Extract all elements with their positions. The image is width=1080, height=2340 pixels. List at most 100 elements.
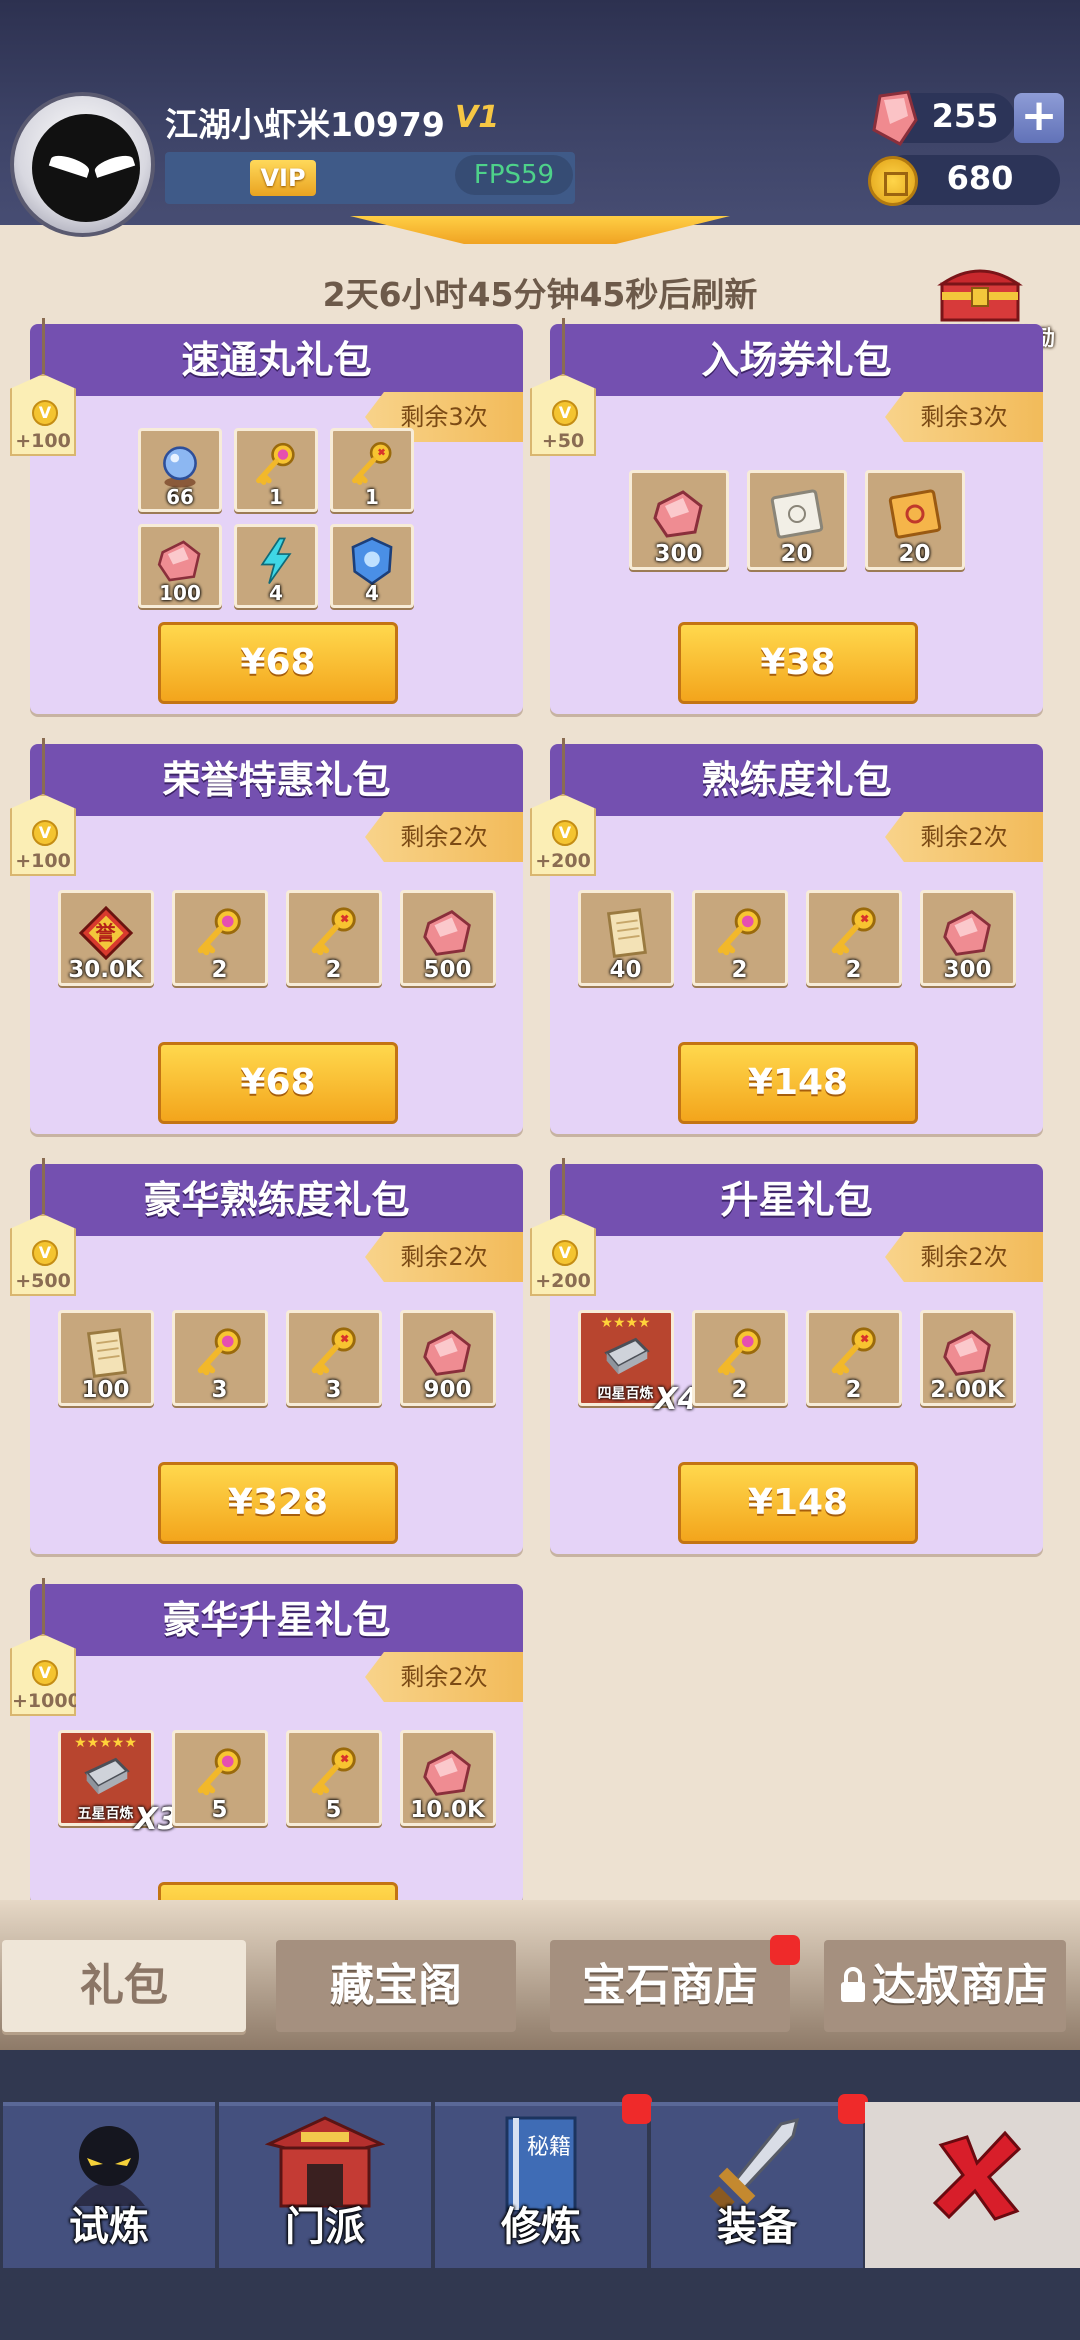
item-count: 1: [365, 485, 379, 509]
reward-item[interactable]: 10.0K: [399, 1730, 496, 1826]
pack-title: 熟练度礼包: [550, 744, 1043, 816]
gift-pack: 入场券礼包 剩余3次 300 20 20 ¥38: [550, 324, 1043, 714]
tab-dashu-shop[interactable]: 达叔商店: [824, 1940, 1066, 2032]
reward-item[interactable]: 20: [746, 470, 847, 570]
item-count: 66: [166, 485, 194, 509]
tab-treasure-pavilion[interactable]: 藏宝阁: [276, 1940, 516, 2032]
buy-button[interactable]: ¥148: [678, 1042, 918, 1124]
nav-trial[interactable]: 试炼: [3, 2102, 215, 2268]
gem-shop-notification-dot: [770, 1935, 800, 1965]
reward-item[interactable]: 900: [399, 1310, 496, 1406]
reward-item[interactable]: 1: [234, 428, 318, 512]
buy-button[interactable]: ¥328: [158, 1462, 398, 1544]
vip-coin-icon: V: [552, 400, 578, 426]
vip-points-value: +50: [541, 430, 585, 452]
five-star-ingot-icon: [83, 1757, 130, 1794]
reward-item[interactable]: 2: [805, 1310, 902, 1406]
reward-item[interactable]: 誉 30.0K: [57, 890, 154, 986]
vip-coin-icon: V: [552, 1240, 578, 1266]
vip-points-value: +100: [15, 430, 71, 452]
nav-cultivation[interactable]: 秘籍 修炼: [435, 2102, 647, 2268]
gift-pack: 熟练度礼包 剩余2次 40 2 2 300 ¥148: [550, 744, 1043, 1134]
gift-pack: 升星礼包 剩余2次 ★★★★ 四星百炼 X4 2 2 2.00K ¥148: [550, 1164, 1043, 1554]
pack-remaining-count: 剩余2次: [885, 1232, 1043, 1282]
vip-badge[interactable]: VIP: [250, 160, 316, 196]
vip-coin-icon: V: [32, 1660, 58, 1686]
buy-button[interactable]: ¥148: [678, 1462, 918, 1544]
close-icon: [932, 2130, 1022, 2221]
reward-item[interactable]: 2: [691, 890, 788, 986]
reward-item[interactable]: 2: [805, 890, 902, 986]
pack-remaining-count: 剩余2次: [365, 812, 523, 862]
pack-items: 100 3 3 900: [30, 1310, 523, 1406]
buy-button[interactable]: ¥38: [678, 622, 918, 704]
refresh-timer: 2天6小时45分钟45秒后刷新: [322, 275, 758, 314]
player-name: 江湖小虾米10979: [165, 105, 445, 144]
reward-item[interactable]: 100: [138, 524, 222, 608]
item-count: 100: [159, 581, 201, 605]
tab-gem-shop[interactable]: 宝石商店: [550, 1940, 790, 2032]
scroll-icon: [606, 907, 647, 958]
nav-sect[interactable]: 门派: [219, 2102, 431, 2268]
add-gems-button[interactable]: +: [1014, 93, 1064, 143]
reward-item[interactable]: 66: [138, 428, 222, 512]
item-count: 2: [731, 1377, 748, 1403]
item-count: 900: [423, 1377, 472, 1403]
gold-key-icon: [311, 1326, 356, 1375]
reward-item[interactable]: 2: [171, 890, 268, 986]
treasure-chest-icon[interactable]: [932, 262, 1028, 322]
pink-key-icon: [717, 907, 761, 955]
nav-equipment[interactable]: 装备: [651, 2102, 863, 2268]
buy-button[interactable]: ¥68: [158, 1042, 398, 1124]
reward-item[interactable]: ★★★★★ 五星百炼 X3: [57, 1730, 179, 1837]
reward-item[interactable]: 2.00K: [919, 1310, 1016, 1406]
buy-button[interactable]: ¥68: [158, 622, 398, 704]
reward-item[interactable]: 40: [577, 890, 674, 986]
reward-item[interactable]: 5: [285, 1730, 382, 1826]
header-pulldown-tab[interactable]: [350, 216, 730, 244]
vip-coin-icon: V: [552, 820, 578, 846]
reward-item[interactable]: ★★★★ 四星百炼 X4: [577, 1310, 699, 1417]
vip-points-tag: V +200: [530, 794, 596, 876]
vip-points-value: +100: [15, 850, 71, 872]
four-star-ingot-icon: [603, 1337, 650, 1374]
gem-count: 255: [931, 97, 999, 135]
gem-icon: [422, 909, 471, 956]
pack-title: 豪华熟练度礼包: [30, 1164, 523, 1236]
reward-item[interactable]: 3: [171, 1310, 268, 1406]
item-count: 2: [731, 957, 748, 983]
reward-item[interactable]: 20: [864, 470, 965, 570]
reward-item[interactable]: 1: [330, 428, 414, 512]
equipment-notification-dot: [838, 2094, 868, 2124]
crystal-ball-icon: [163, 446, 197, 488]
pack-remaining-count: 剩余2次: [365, 1652, 523, 1702]
item-count: 5: [325, 1797, 342, 1823]
player-avatar[interactable]: [10, 92, 155, 237]
tab-gift-packs[interactable]: 礼包: [2, 1940, 246, 2032]
pack-title: 豪华升星礼包: [30, 1584, 523, 1656]
reward-item[interactable]: 2: [691, 1310, 788, 1406]
reward-item[interactable]: 300: [628, 470, 729, 570]
reward-item[interactable]: 500: [399, 890, 496, 986]
reward-item[interactable]: 300: [919, 890, 1016, 986]
tab-dashu-shop-label: 达叔商店: [872, 1960, 1048, 2011]
gem-icon: [157, 540, 201, 582]
reward-item[interactable]: 2: [285, 890, 382, 986]
reward-item[interactable]: 4: [234, 524, 318, 608]
pack-title: 速通丸礼包: [30, 324, 523, 396]
item-count: 20: [780, 541, 813, 567]
vip-points-tag: V +200: [530, 1214, 596, 1296]
nav-trial-label: 试炼: [69, 2204, 149, 2250]
item-count: 2: [845, 957, 862, 983]
reward-item[interactable]: 4: [330, 524, 414, 608]
item-stars: ★★★★★: [74, 1735, 137, 1751]
reward-item[interactable]: 100: [57, 1310, 154, 1406]
pack-remaining-count: 剩余2次: [365, 1232, 523, 1282]
reward-item[interactable]: 5: [171, 1730, 268, 1826]
pink-key-icon: [256, 443, 295, 486]
vip-tag-string: [42, 1578, 45, 1634]
manual-cover-text: 秘籍: [527, 2135, 571, 2160]
reward-item[interactable]: 3: [285, 1310, 382, 1406]
pink-key-icon: [197, 1747, 241, 1795]
orange-ticket-icon: [888, 489, 941, 539]
